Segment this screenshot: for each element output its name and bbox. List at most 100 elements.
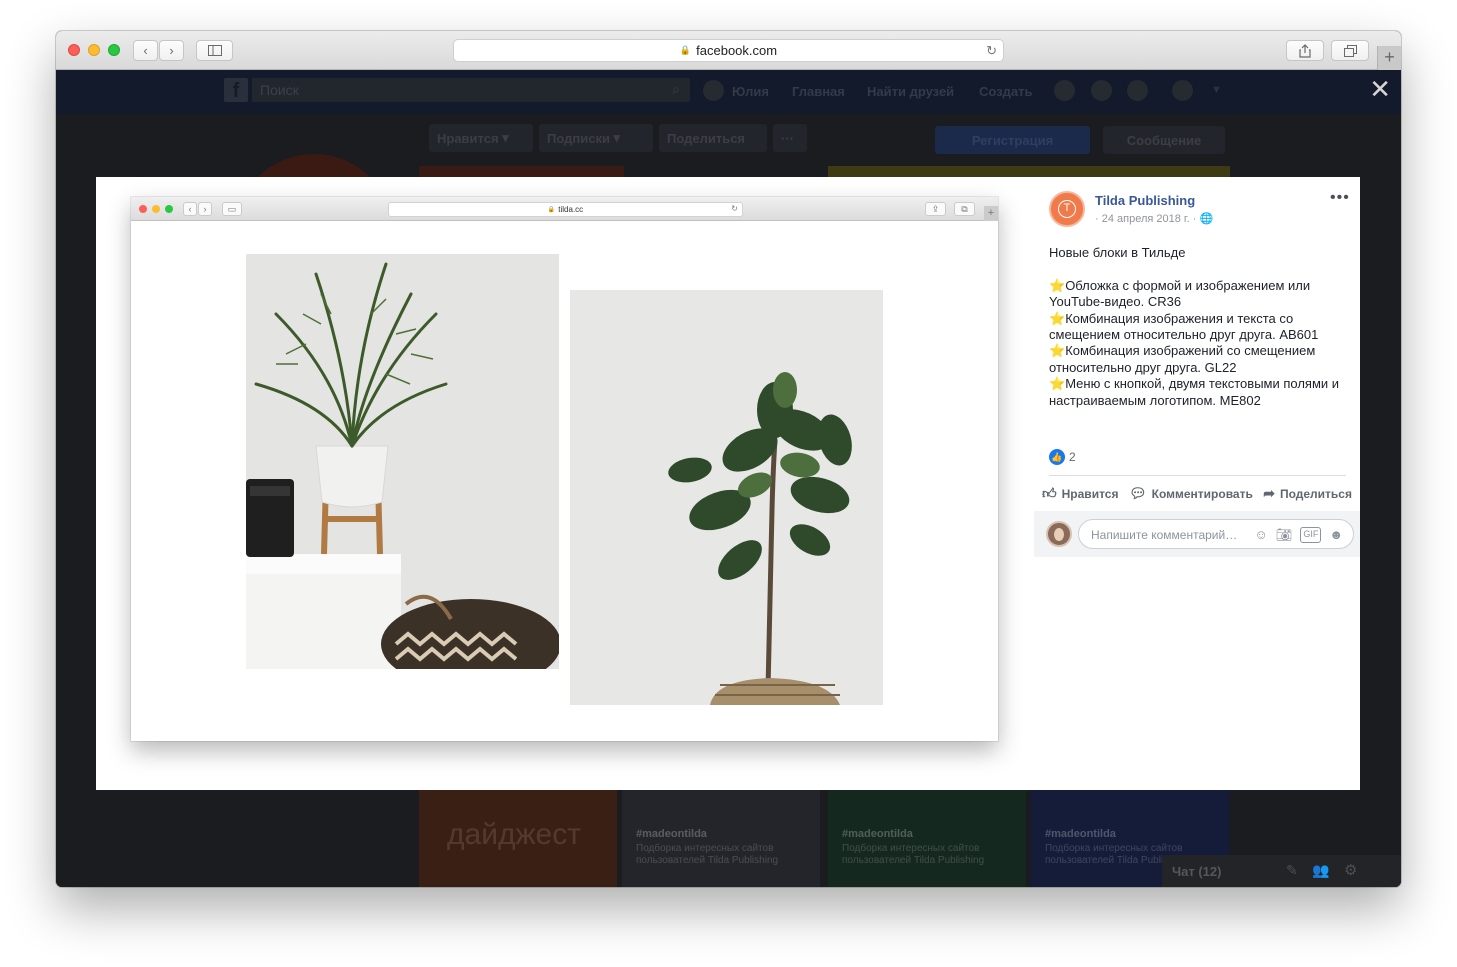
like-button[interactable]: 👍︎ Нравится <box>1042 485 1118 502</box>
share-arrow-icon: ➦ <box>1263 485 1275 501</box>
post-line: ⭐Обложка с формой и изображением или You… <box>1049 277 1311 310</box>
embedded-reload-icon: ↻ <box>731 204 738 213</box>
photo-viewer-modal: ‹ › ▭ 🔒 tilda.cc ↻ ⇪ ⧉ + T Tilda Publish… <box>96 177 1360 790</box>
embedded-lock-icon: 🔒 <box>547 207 556 213</box>
comment-input[interactable]: Напишите комментарий… ☺ 📷︎ GIF ☻ <box>1078 519 1354 549</box>
address-bar[interactable]: 🔒 facebook.com ↻ <box>453 39 1004 62</box>
bg-register-button: Регистрация <box>935 126 1090 154</box>
emoji-icon[interactable]: ☺ <box>1255 527 1268 543</box>
post-line: ⭐Меню с кнопкой, двумя текстовыми полями… <box>1049 376 1340 408</box>
camera-icon[interactable]: 📷︎ <box>1276 527 1293 543</box>
chevron-right-icon: › <box>169 43 174 58</box>
globe-icon: 🌐 <box>1199 213 1214 225</box>
embedded-sidebar-icon: ▭ <box>222 202 242 216</box>
messenger-icon[interactable] <box>1091 80 1112 101</box>
close-window-button[interactable] <box>68 44 80 56</box>
post-author[interactable]: Tilda Publishing <box>1095 193 1195 208</box>
forward-button[interactable]: › <box>159 40 184 61</box>
help-icon[interactable] <box>1172 80 1193 101</box>
chat-label[interactable]: Чат (12) <box>1172 864 1221 879</box>
embedded-minimize-light <box>152 205 160 213</box>
sidebar-icon <box>207 45 222 56</box>
fiddle-leaf-fig-illustration <box>570 290 883 705</box>
sticker-icon[interactable]: ☻ <box>1329 527 1343 543</box>
post-line: ⭐Комбинация изображения и текста со смещ… <box>1049 310 1319 343</box>
chevron-left-icon: ‹ <box>143 43 148 58</box>
search-placeholder: Поиск <box>260 82 299 98</box>
contacts-icon[interactable]: 👥 <box>1312 862 1329 879</box>
lock-icon: 🔒 <box>679 45 692 55</box>
tabs-overview-button[interactable] <box>1331 40 1369 61</box>
reload-icon[interactable]: ↻ <box>986 43 997 59</box>
post-title: Новые блоки в Тильде <box>1049 245 1186 260</box>
comment-button[interactable]: 💬︎ Комментировать <box>1129 485 1253 502</box>
post-actions: 👍︎ Нравится 💬︎ Комментировать ➦ Поделиться <box>1042 485 1352 502</box>
embedded-browser-screenshot: ‹ › ▭ 🔒 tilda.cc ↻ ⇪ ⧉ + <box>131 197 998 741</box>
thumb-up-icon: 👍︎ <box>1042 485 1057 501</box>
post-body: Новые блоки в Тильде ⭐Обложка с формой и… <box>1049 245 1354 409</box>
back-button[interactable]: ‹ <box>133 40 158 61</box>
user-avatar[interactable] <box>703 80 724 101</box>
notifications-icon[interactable] <box>1127 80 1148 101</box>
post-sidebar: T Tilda Publishing · 24 апреля 2018 г. ·… <box>1034 177 1360 557</box>
zoom-window-button[interactable] <box>108 44 120 56</box>
embedded-url: tilda.cc <box>558 205 584 214</box>
embedded-back-icon: ‹ <box>183 202 197 216</box>
embedded-zoom-light <box>165 205 173 213</box>
facebook-search-input[interactable]: Поиск ⌕ <box>252 78 690 102</box>
plant-photo-right <box>570 290 883 705</box>
embedded-new-tab-icon: + <box>984 206 998 221</box>
bg-follow-button: Подписки ▾ <box>539 124 653 152</box>
gear-icon[interactable]: ⚙ <box>1344 861 1357 879</box>
palm-plant-illustration <box>246 254 559 669</box>
browser-window: ‹ › 🔒 facebook.com ↻ + f Поиск ⌕ Юлия Гл… <box>56 31 1401 887</box>
close-icon[interactable]: ✕ <box>1369 76 1391 102</box>
like-count: 2 <box>1069 450 1076 464</box>
embedded-toolbar: ‹ › ▭ 🔒 tilda.cc ↻ ⇪ ⧉ + <box>131 197 998 221</box>
nav-user[interactable]: Юлия <box>732 84 769 99</box>
friend-requests-icon[interactable] <box>1054 80 1075 101</box>
facebook-logo-icon[interactable]: f <box>224 78 248 102</box>
bg-more-button: ··· <box>773 124 807 152</box>
post-line: ⭐Комбинация изображений со смещением отн… <box>1049 343 1316 375</box>
star-icon: ⭐ <box>1049 277 1066 293</box>
browser-toolbar: ‹ › 🔒 facebook.com ↻ + <box>56 31 1401 70</box>
bg-card: #madeontilda Подборка интересных сайтов … <box>622 790 820 887</box>
new-tab-button[interactable]: + <box>1377 46 1401 70</box>
commenter-avatar <box>1046 521 1072 547</box>
reactions-summary[interactable]: 👍 2 <box>1049 449 1076 465</box>
star-icon: ⭐ <box>1049 343 1066 359</box>
star-icon: ⭐ <box>1049 310 1066 326</box>
bg-share-button: Поделиться <box>659 124 767 152</box>
share-post-button[interactable]: ➦ Поделиться <box>1263 485 1352 502</box>
sidebar-toggle-button[interactable] <box>196 40 233 61</box>
post-options-button[interactable]: ••• <box>1330 189 1350 207</box>
star-icon: ⭐ <box>1049 376 1066 392</box>
bg-card: #madeontilda Подборка интересных сайтов … <box>828 790 1026 887</box>
address-text: facebook.com <box>696 43 778 58</box>
search-icon[interactable]: ⌕ <box>672 81 680 98</box>
tilda-avatar[interactable]: T <box>1049 191 1085 227</box>
speech-bubble-icon: 💬︎ <box>1128 485 1147 501</box>
divider <box>1049 475 1346 476</box>
nav-create[interactable]: Создать <box>979 84 1032 99</box>
chat-bar: Чат (12) ✎ 👥 ⚙ <box>1162 855 1401 887</box>
post-date[interactable]: · 24 апреля 2018 г. · 🌐 <box>1095 212 1213 225</box>
minimize-window-button[interactable] <box>88 44 100 56</box>
bg-message-button: Сообщение <box>1103 126 1225 154</box>
compose-icon[interactable]: ✎ <box>1286 862 1298 879</box>
embedded-tabs-icon: ⧉ <box>954 202 975 216</box>
nav-find-friends[interactable]: Найти друзей <box>867 84 954 99</box>
embedded-share-icon: ⇪ <box>925 202 946 216</box>
comment-composer: Напишите комментарий… ☺ 📷︎ GIF ☻ <box>1034 511 1360 557</box>
plant-photo-left <box>246 254 559 669</box>
embedded-address-bar: 🔒 tilda.cc ↻ <box>388 202 743 217</box>
comment-placeholder: Напишите комментарий… <box>1091 528 1238 542</box>
facebook-topbar: f Поиск ⌕ Юлия Главная Найти друзей Созд… <box>56 70 1401 114</box>
chevron-down-icon[interactable]: ▼ <box>1211 84 1222 96</box>
share-button[interactable] <box>1286 40 1324 61</box>
tabs-icon <box>1343 44 1357 57</box>
nav-home[interactable]: Главная <box>792 84 845 99</box>
bg-card: дайджест <box>419 790 617 887</box>
gif-icon[interactable]: GIF <box>1300 527 1322 543</box>
